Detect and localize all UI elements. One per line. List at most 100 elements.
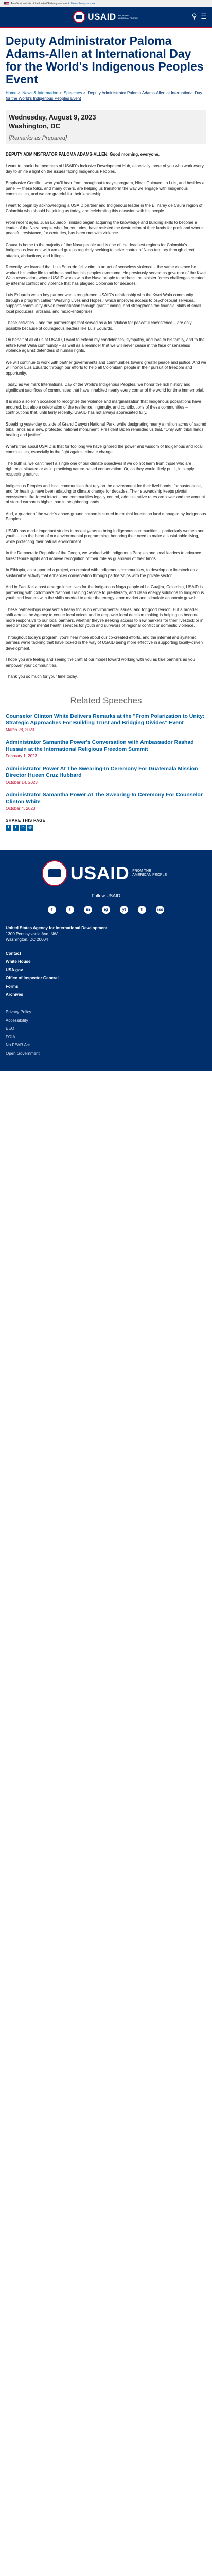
related-item-title[interactable]: Counselor Clinton White Delivers Remarks… bbox=[6, 713, 206, 726]
speech-paragraph: Throughout today's program, you'll hear … bbox=[6, 635, 203, 651]
speech-paragraph: I hope you are feeling and seeing the cr… bbox=[6, 657, 195, 668]
speech-paragraph: What's true about USAID is that for too … bbox=[6, 444, 203, 454]
speech-location: Washington, DC bbox=[9, 122, 60, 130]
speech-date: Wednesday, August 9, 2023 bbox=[9, 113, 96, 121]
us-flag-icon bbox=[4, 2, 9, 5]
header-actions: ⚲ ☰ bbox=[192, 13, 207, 20]
search-icon[interactable]: ⚲ bbox=[192, 13, 197, 20]
speech-paragraph: USAID has made important strides in rece… bbox=[6, 528, 205, 544]
footer-address-line2: Washington, DC 20004 bbox=[6, 937, 48, 942]
gov-banner-link[interactable]: Here's how you know bbox=[71, 2, 95, 5]
share-button[interactable]: in bbox=[20, 824, 26, 831]
footer-link[interactable]: Office of Inspector General bbox=[6, 974, 206, 982]
breadcrumb-home[interactable]: Home bbox=[6, 91, 16, 95]
related-item: Administrator Samantha Power At The Swea… bbox=[6, 792, 206, 811]
footer-secondary-link[interactable]: No FEAR Act bbox=[6, 1041, 206, 1049]
footer-logo[interactable]: USAID FROM THE AMERICAN PEOPLE bbox=[6, 860, 206, 886]
related-item: Administrator Samantha Power's Conversat… bbox=[6, 739, 206, 758]
related-item-title[interactable]: Administrator Samantha Power At The Swea… bbox=[6, 792, 206, 805]
related-item-date: October 14, 2023 bbox=[6, 779, 38, 785]
share-button[interactable]: @ bbox=[27, 824, 33, 831]
speech-paragraph: And in Fact-Kei a past emerge incentives… bbox=[6, 585, 204, 600]
share-section: SHARE THIS PAGE f t in @ bbox=[6, 818, 206, 831]
share-button[interactable]: f bbox=[6, 824, 11, 831]
footer-secondary-link[interactable]: Privacy Policy bbox=[6, 1008, 206, 1016]
footer-secondary-link[interactable]: EEO bbox=[6, 1025, 206, 1033]
speech-paragraph: It is also a solemn occasion to recogniz… bbox=[6, 399, 201, 415]
related-heading: Related Speeches bbox=[70, 695, 142, 705]
speech-paragraph: I want to begin by acknowledging a USAID… bbox=[6, 203, 203, 213]
speech-paragraph: These partnerships represent a heavy foc… bbox=[6, 607, 204, 629]
footer-secondary-links: Privacy Policy Accessibility EEO FOIA No FEA… bbox=[6, 1008, 206, 1058]
speech-meta: Wednesday, August 9, 2023 Washington, DC… bbox=[6, 110, 206, 144]
follow-label: Follow USAID bbox=[91, 893, 120, 899]
speech-body: DEPUTY ADMINISTRATOR PALOMA ADAMS-ALLEN:… bbox=[6, 152, 206, 680]
social-icon[interactable]: t bbox=[66, 905, 74, 914]
breadcrumb-news[interactable]: News & Information bbox=[22, 91, 58, 95]
related-item-date: March 28, 2023 bbox=[6, 727, 34, 732]
breadcrumb-speeches[interactable]: Speeches bbox=[64, 91, 82, 95]
speech-paragraph: Indigenous Peoples and local communities… bbox=[6, 483, 205, 505]
share-button[interactable]: t bbox=[13, 824, 19, 831]
speech-paragraph: Emphasize Corallfrit, who you'll hear fr… bbox=[6, 180, 205, 196]
breadcrumb: Home > News & Information > Speeches > Depu… bbox=[6, 91, 202, 101]
site-header: USAID FROM THE AMERICAN PEOPLE ⚲ ☰ bbox=[0, 7, 212, 27]
gov-banner: An official website of the United States… bbox=[0, 0, 212, 7]
social-icon[interactable]: fl bbox=[138, 905, 146, 914]
speech-paragraph: Today, as we mark International Day of t… bbox=[6, 382, 204, 393]
footer-address-line1: 1300 Pennsylvania Ave, NW bbox=[6, 931, 58, 936]
footer-link[interactable]: USA.gov bbox=[6, 966, 206, 974]
speech-paragraph: In Ethiopia, as supported a project, co-… bbox=[6, 568, 199, 578]
main-content: Deputy Administrator Paloma Adams-Allen … bbox=[0, 28, 212, 831]
gov-banner-text: An official website of the United States… bbox=[11, 2, 69, 5]
speech-paragraph: Luis Eduardo was a key partner who stren… bbox=[6, 293, 201, 314]
speech-paragraph: Speaking yesterday outside of Grand Cany… bbox=[6, 421, 206, 437]
footer-logo-tagline: FROM THE AMERICAN PEOPLE bbox=[132, 869, 167, 877]
footer-link[interactable]: Archives bbox=[6, 991, 206, 999]
footer-link[interactable]: White House bbox=[6, 958, 206, 966]
related-item-title[interactable]: Administrator Power At The Swearing-In C… bbox=[6, 766, 206, 779]
social-icon[interactable]: ig bbox=[102, 905, 110, 914]
site-footer: USAID FROM THE AMERICAN PEOPLE Follow US… bbox=[0, 850, 212, 1071]
related-item: Administrator Power At The Swearing-In C… bbox=[6, 766, 206, 785]
share-label: SHARE THIS PAGE bbox=[6, 818, 46, 823]
speech-paragraph: And, a quarter of the world's above-grou… bbox=[6, 511, 206, 522]
logo-tagline: FROM THE AMERICAN PEOPLE bbox=[118, 14, 138, 19]
related-item-title[interactable]: Administrator Samantha Power's Conversat… bbox=[6, 739, 206, 753]
related-speeches: Related Speeches Counselor Clinton White… bbox=[6, 696, 206, 811]
footer-org-name: United States Agency for International D… bbox=[6, 925, 108, 930]
speech-paragraph: On behalf of all of us at USAID, I want … bbox=[6, 337, 205, 353]
footer-link[interactable]: Contact bbox=[6, 950, 206, 958]
social-links: f t in ig yt fl rss bbox=[6, 905, 206, 914]
related-item-date: October 4, 2023 bbox=[6, 806, 36, 811]
page-title: Deputy Administrator Paloma Adams-Allen … bbox=[6, 34, 204, 86]
social-icon[interactable]: yt bbox=[120, 905, 128, 914]
footer-secondary-link[interactable]: FOIA bbox=[6, 1033, 206, 1041]
related-item: Counselor Clinton White Delivers Remarks… bbox=[6, 713, 206, 732]
footer-secondary-link[interactable]: Accessibility bbox=[6, 1016, 206, 1025]
speech-paragraph: From recent ages, Juan Eduardo Trinidad … bbox=[6, 220, 203, 235]
speech-paragraph: Recently, we learned that Luis Eduardo f… bbox=[6, 265, 206, 286]
footer-address: United States Agency for International D… bbox=[6, 925, 206, 942]
speech-paragraph: Cauca is home to the majority of the Nas… bbox=[6, 242, 195, 258]
social-icon[interactable]: rss bbox=[156, 905, 164, 914]
usaid-seal-icon bbox=[73, 11, 86, 23]
footer-logo-wordmark: USAID bbox=[70, 862, 130, 884]
menu-icon[interactable]: ☰ bbox=[201, 13, 207, 20]
usaid-seal-icon bbox=[41, 860, 67, 886]
speech-paragraph: Thank you so much for your time today. bbox=[6, 674, 78, 679]
speech-paragraph: The truth is, we can't meet a single one… bbox=[6, 461, 195, 477]
footer-link[interactable]: Forms bbox=[6, 982, 206, 991]
social-icon[interactable]: in bbox=[84, 905, 92, 914]
footer-secondary-link[interactable]: Open Government bbox=[6, 1049, 206, 1058]
speech-paragraph: DEPUTY ADMINISTRATOR PALOMA ADAMS-ALLEN:… bbox=[6, 152, 160, 157]
speech-paragraph: In the Democratic Republic of the Congo,… bbox=[6, 551, 201, 561]
speech-note: [Remarks as Prepared] bbox=[9, 135, 67, 141]
speech-paragraph: We will continue to work with partner go… bbox=[6, 360, 206, 376]
social-icon[interactable]: f bbox=[48, 905, 56, 914]
footer-primary-links: Contact White House USA.gov Office of Inspe… bbox=[6, 950, 206, 999]
logo-wordmark: USAID bbox=[87, 12, 116, 22]
related-item-date: February 1, 2023 bbox=[6, 753, 37, 758]
usaid-logo[interactable]: USAID FROM THE AMERICAN PEOPLE bbox=[73, 11, 138, 23]
speech-paragraph: These activities – and the partnerships … bbox=[6, 320, 192, 331]
